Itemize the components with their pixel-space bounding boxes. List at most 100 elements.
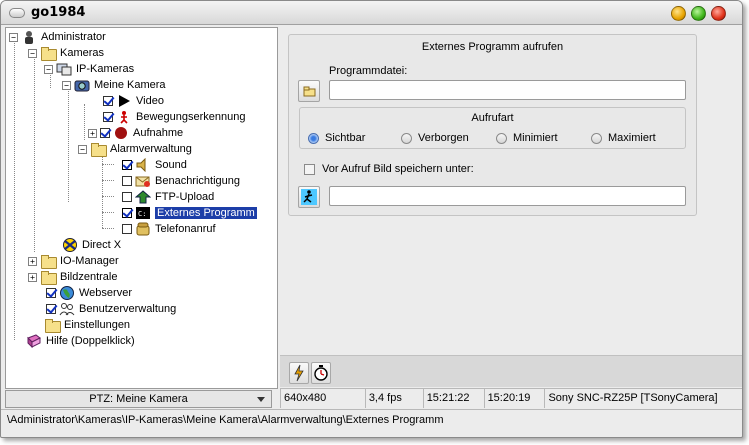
timer-button[interactable] bbox=[311, 362, 331, 384]
call-mode-group: Aufrufart Sichtbar Verborgen Minimiert M… bbox=[299, 107, 686, 149]
tree-label: Video bbox=[136, 95, 164, 107]
settings-folder-icon bbox=[44, 318, 61, 333]
tree-label: Meine Kamera bbox=[94, 79, 166, 91]
folder-open-icon bbox=[90, 142, 107, 157]
program-file-label: Programmdatei: bbox=[329, 65, 408, 77]
action-toolbar bbox=[280, 355, 742, 387]
tree-label: Administrator bbox=[41, 31, 106, 43]
phone-call-checkbox[interactable] bbox=[122, 224, 132, 234]
expand-toggle[interactable]: + bbox=[88, 128, 97, 138]
user-management-checkbox[interactable] bbox=[46, 304, 56, 314]
motion-icon bbox=[116, 110, 132, 124]
record-icon bbox=[113, 126, 129, 140]
tree-node-alarmverwaltung[interactable]: − Alarmverwaltung bbox=[78, 141, 192, 157]
directx-icon bbox=[62, 238, 78, 252]
radio-indicator bbox=[496, 132, 507, 144]
tree-node-kameras[interactable]: − Kameras bbox=[28, 45, 104, 61]
tree-label: Alarmverwaltung bbox=[110, 143, 192, 155]
maximize-button[interactable] bbox=[691, 6, 706, 21]
tree-node-externes-programm[interactable]: C: Externes Programm bbox=[122, 205, 257, 221]
tree-node-directx[interactable]: Direct X bbox=[62, 237, 121, 253]
app-window: go1984 − Administrator − Kameras − IP-Ka… bbox=[0, 0, 743, 438]
collapse-toggle[interactable]: − bbox=[44, 64, 53, 74]
tree-node-bewegungserkennung[interactable]: Bewegungserkennung bbox=[103, 109, 245, 125]
folder-open-icon bbox=[40, 46, 57, 61]
tree-label: Kameras bbox=[60, 47, 105, 59]
motion-detection-checkbox[interactable] bbox=[103, 112, 113, 122]
tree-node-aufnahme[interactable]: + Aufnahme bbox=[88, 125, 183, 141]
tree-node-meine-kamera[interactable]: − Meine Kamera bbox=[62, 77, 166, 93]
path-bar: \Administrator\Kameras\IP-Kameras\Meine … bbox=[1, 409, 742, 429]
recording-checkbox[interactable] bbox=[100, 128, 110, 138]
tree-node-ip-kameras[interactable]: − IP-Kameras bbox=[44, 61, 134, 77]
tree-label: Telefonanruf bbox=[155, 223, 216, 235]
video-checkbox[interactable] bbox=[103, 96, 113, 106]
run-action-button[interactable] bbox=[289, 362, 309, 384]
speaker-icon bbox=[135, 157, 151, 173]
close-button[interactable] bbox=[711, 6, 726, 21]
tree-node-benachrichtigung[interactable]: Benachrichtigung bbox=[122, 173, 240, 189]
browse-program-button[interactable] bbox=[298, 80, 320, 102]
phone-icon bbox=[135, 222, 151, 236]
navigation-tree[interactable]: − Administrator − Kameras − IP-Kameras −… bbox=[5, 27, 278, 389]
program-file-input[interactable] bbox=[329, 80, 686, 100]
collapse-toggle[interactable]: − bbox=[28, 48, 37, 58]
running-man-icon bbox=[301, 189, 317, 205]
tree-node-video[interactable]: Video bbox=[103, 93, 164, 109]
tree-node-ftp-upload[interactable]: FTP-Upload bbox=[122, 189, 214, 205]
folder-icon bbox=[40, 254, 57, 269]
collapse-toggle[interactable]: − bbox=[62, 80, 71, 90]
radio-minimiert[interactable]: Minimiert bbox=[496, 132, 558, 144]
tree-node-einstellungen[interactable]: Einstellungen bbox=[44, 317, 130, 333]
radio-maximiert[interactable]: Maximiert bbox=[591, 132, 656, 144]
tree-node-hilfe[interactable]: Hilfe (Doppelklick) bbox=[26, 333, 135, 349]
ftp-icon bbox=[134, 190, 152, 204]
radio-indicator bbox=[591, 132, 602, 144]
folder-icon bbox=[40, 270, 57, 285]
tree-node-telefonanruf[interactable]: Telefonanruf bbox=[122, 221, 216, 237]
external-program-panel: Externes Programm aufrufen Programmdatei… bbox=[288, 34, 697, 216]
status-time-last: 15:20:19 bbox=[485, 389, 546, 408]
tree-label: Webserver bbox=[79, 287, 132, 299]
title-bar[interactable]: go1984 bbox=[1, 1, 742, 25]
lightning-icon bbox=[294, 364, 304, 382]
tree-node-sound[interactable]: Sound bbox=[122, 157, 187, 173]
browse-save-path-button[interactable] bbox=[298, 186, 320, 208]
tree-label: IO-Manager bbox=[60, 255, 119, 267]
tree-node-administrator[interactable]: − Administrator bbox=[9, 29, 106, 45]
call-mode-title: Aufrufart bbox=[471, 112, 514, 124]
save-image-checkbox[interactable] bbox=[304, 164, 315, 175]
tree-node-io-manager[interactable]: + IO-Manager bbox=[28, 253, 119, 269]
radio-sichtbar[interactable]: Sichtbar bbox=[308, 132, 365, 144]
save-image-label: Vor Aufruf Bild speichern unter: bbox=[322, 163, 474, 175]
tree-node-bildzentrale[interactable]: + Bildzentrale bbox=[28, 269, 117, 285]
tree-label: FTP-Upload bbox=[155, 191, 215, 203]
svg-text:C:: C: bbox=[138, 210, 146, 218]
radio-indicator bbox=[308, 132, 319, 144]
webserver-checkbox[interactable] bbox=[46, 288, 56, 298]
external-program-checkbox[interactable] bbox=[122, 208, 132, 218]
save-path-input[interactable] bbox=[329, 186, 686, 206]
tree-node-webserver[interactable]: Webserver bbox=[46, 285, 132, 301]
status-time-current: 15:21:22 bbox=[424, 389, 485, 408]
camera-icon bbox=[74, 78, 90, 92]
users-icon bbox=[59, 302, 75, 316]
notification-checkbox[interactable] bbox=[122, 176, 132, 186]
collapse-toggle[interactable]: − bbox=[78, 144, 87, 154]
window-menu-icon[interactable] bbox=[9, 8, 25, 18]
status-camera-model: Sony SNC-RZ25P [TSonyCamera] bbox=[548, 392, 718, 404]
sound-checkbox[interactable] bbox=[122, 160, 132, 170]
tree-label-selected: Externes Programm bbox=[155, 207, 257, 219]
ptz-camera-select[interactable]: PTZ: Meine Kamera bbox=[5, 390, 272, 408]
tree-node-benutzerverwaltung[interactable]: Benutzerverwaltung bbox=[46, 301, 176, 317]
minimize-button[interactable] bbox=[671, 6, 686, 21]
user-icon bbox=[21, 30, 37, 44]
panel-title: Externes Programm aufrufen bbox=[421, 41, 564, 53]
globe-icon bbox=[59, 286, 75, 300]
tree-label: Hilfe (Doppelklick) bbox=[46, 335, 135, 347]
radio-verborgen[interactable]: Verborgen bbox=[401, 132, 469, 144]
expand-toggle[interactable]: + bbox=[28, 272, 37, 282]
ftp-upload-checkbox[interactable] bbox=[122, 192, 132, 202]
expand-toggle[interactable]: + bbox=[28, 256, 37, 266]
collapse-toggle[interactable]: − bbox=[9, 32, 18, 42]
